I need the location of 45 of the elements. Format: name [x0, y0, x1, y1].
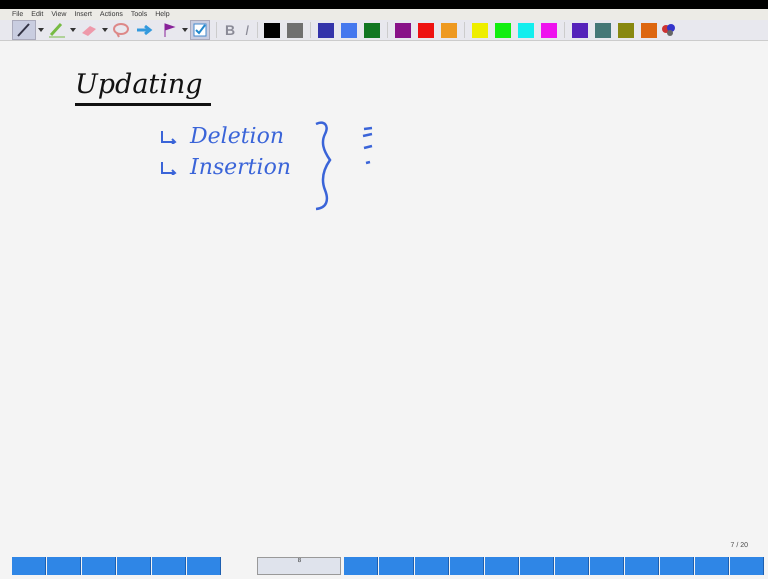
color-swatch[interactable]	[418, 22, 434, 38]
color-swatch[interactable]	[364, 22, 380, 38]
handwritten-text: Deletion	[190, 124, 284, 149]
page-thumbnail[interactable]	[660, 557, 694, 575]
page-thumbnail[interactable]	[730, 557, 764, 575]
page-thumbnail[interactable]	[152, 557, 186, 575]
color-swatch[interactable]	[287, 22, 304, 38]
color-swatch[interactable]	[495, 22, 512, 38]
color-swatch[interactable]	[618, 22, 634, 38]
page-thumbnail[interactable]	[450, 557, 484, 575]
page-thumbnail[interactable]	[47, 557, 82, 575]
pen-icon[interactable]	[12, 20, 36, 40]
page-thumbnail[interactable]	[82, 557, 116, 575]
caret-icon[interactable]	[38, 26, 44, 34]
page-thumbnail[interactable]	[12, 557, 46, 575]
color-swatch[interactable]	[318, 22, 334, 38]
page-thumbnail[interactable]	[695, 557, 730, 575]
handwritten-heading: Updating	[75, 69, 211, 106]
handwritten-text: Insertion	[190, 155, 291, 180]
page-thumbnail[interactable]	[554, 557, 589, 575]
page-thumbnail[interactable]	[187, 557, 222, 575]
color-swatch[interactable]	[472, 22, 488, 38]
color-swatch[interactable]	[541, 22, 558, 38]
color-swatch[interactable]	[441, 22, 458, 38]
page-thumbnail[interactable]	[379, 557, 414, 575]
color-swatch[interactable]	[395, 22, 412, 38]
color-swatch[interactable]	[572, 22, 588, 38]
page-thumbnail[interactable]	[117, 557, 152, 575]
color-swatch[interactable]	[341, 22, 358, 38]
page-thumbnail[interactable]	[414, 557, 449, 575]
caret-icon[interactable]	[102, 26, 108, 34]
hook-arrow-icon	[160, 130, 178, 144]
hook-arrow-icon	[160, 160, 178, 174]
caret-icon[interactable]	[70, 26, 76, 34]
page-thumbnail[interactable]	[624, 557, 659, 575]
page-thumbnail[interactable]	[520, 557, 554, 575]
checkbox-icon[interactable]	[190, 20, 210, 40]
page-thumbnail[interactable]	[344, 557, 378, 575]
page-thumbnail[interactable]	[484, 557, 519, 575]
caret-icon[interactable]	[182, 26, 188, 34]
color-swatch[interactable]	[641, 22, 658, 38]
color-swatch[interactable]	[595, 22, 612, 38]
color-swatch[interactable]	[518, 22, 534, 38]
color-swatch[interactable]	[264, 22, 280, 38]
page-thumbnail[interactable]	[590, 557, 624, 575]
